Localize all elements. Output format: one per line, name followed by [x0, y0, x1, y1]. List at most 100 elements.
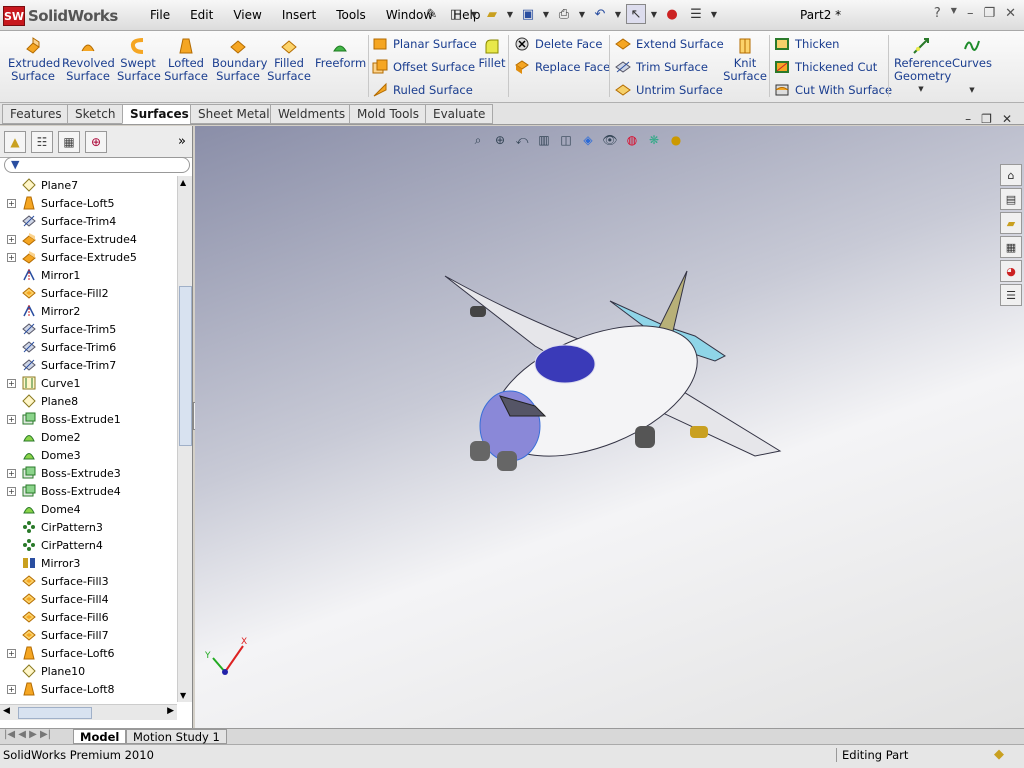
tree-item[interactable]: + Curve1	[0, 374, 177, 392]
section-view-icon[interactable]: ▥	[536, 132, 552, 148]
expand-toggle-icon[interactable]: +	[7, 252, 16, 262]
print-dropdown-icon[interactable]: ▼	[578, 4, 586, 24]
help-dropdown-icon[interactable]: ▼	[951, 6, 957, 21]
tree-item[interactable]: Dome4	[0, 500, 177, 518]
new-dropdown-icon[interactable]: ▼	[470, 4, 478, 24]
tree-item[interactable]: Surface-Trim5	[0, 320, 177, 338]
view-palette-icon[interactable]: ▦	[1000, 236, 1022, 258]
zoom-to-fit-icon[interactable]: ⌕	[470, 132, 486, 148]
menu-edit[interactable]: Edit	[180, 7, 223, 23]
extend-surface-button[interactable]: Extend Surface	[615, 35, 724, 53]
expand-toggle-icon[interactable]: +	[7, 198, 16, 208]
edit-appearance-icon[interactable]: ◍	[624, 132, 640, 148]
replace-face-button[interactable]: Replace Face	[514, 58, 610, 76]
tree-item[interactable]: Plane10	[0, 662, 177, 680]
tab-features[interactable]: Features	[2, 104, 70, 124]
select-pointer-icon[interactable]: ↖	[626, 4, 646, 24]
tree-item[interactable]: Dome2	[0, 428, 177, 446]
scroll-down-icon[interactable]: ▼	[180, 691, 186, 700]
tree-item[interactable]: Mirror2	[0, 302, 177, 320]
save-icon[interactable]: ▣	[518, 4, 538, 24]
tree-item[interactable]: + Boss-Extrude3	[0, 464, 177, 482]
tree-item[interactable]: + Boss-Extrude1	[0, 410, 177, 428]
feature-manager-tab-icon[interactable]: ▲	[4, 130, 26, 153]
options-dropdown-icon[interactable]: ▼	[710, 4, 718, 24]
menu-insert[interactable]: Insert	[272, 7, 326, 23]
offset-surface-button[interactable]: Offset Surface	[372, 58, 475, 76]
design-library-icon[interactable]: ▤	[1000, 188, 1022, 210]
previous-view-icon[interactable]: ⤺	[514, 132, 530, 148]
tree-item[interactable]: Surface-Trim4	[0, 212, 177, 230]
tree-item[interactable]: Plane8	[0, 392, 177, 410]
tree-horizontal-scrollbar[interactable]: ◀ ▶	[0, 704, 177, 720]
cut-with-surface-button[interactable]: Cut With Surface	[774, 81, 892, 99]
tree-item[interactable]: + Boss-Extrude4	[0, 482, 177, 500]
undo-icon[interactable]: ↶	[590, 4, 610, 24]
doc-close-button[interactable]: ✕	[1002, 112, 1012, 126]
tree-item[interactable]: + Surface-Loft8	[0, 680, 177, 698]
tree-filter-input[interactable]: ▼	[4, 157, 190, 173]
untrim-surface-button[interactable]: Untrim Surface	[615, 81, 723, 99]
expand-toggle-icon[interactable]: +	[7, 468, 16, 478]
thicken-button[interactable]: Thicken	[774, 35, 839, 53]
tree-item[interactable]: Surface-Fill3	[0, 572, 177, 590]
tree-scroll-thumb[interactable]	[179, 286, 192, 446]
doc-restore-button[interactable]: ❐	[981, 112, 992, 126]
print-icon[interactable]: ⎙	[554, 4, 574, 24]
new-document-icon[interactable]: □	[446, 4, 466, 24]
scroll-left-icon[interactable]: ◀	[3, 706, 10, 716]
trim-surface-button[interactable]: Trim Surface	[615, 58, 708, 76]
graphics-area[interactable]: – ❐ ✕ ⌕ ⊕ ⤺ ▥ ◫ ◈ 👁 ◍ ❋ ● ⌂ ▤ ▰ ▦ ◕ ☰ X …	[195, 112, 1024, 728]
delete-face-button[interactable]: Delete Face	[514, 35, 602, 53]
expand-toggle-icon[interactable]: +	[7, 378, 16, 388]
zoom-to-area-icon[interactable]: ⊕	[492, 132, 508, 148]
tab-weldments[interactable]: Weldments	[270, 104, 354, 124]
home-icon[interactable]: ⌂	[1000, 164, 1022, 186]
hide-show-items-icon[interactable]: 👁	[602, 132, 618, 148]
menu-tools[interactable]: Tools	[326, 7, 376, 23]
revolved-surface-button[interactable]: Revolved Surface	[62, 37, 115, 83]
tree-item[interactable]: Surface-Trim6	[0, 338, 177, 356]
rebuild-traffic-light-icon[interactable]: ●	[662, 4, 682, 24]
airplane-model[interactable]	[435, 266, 795, 496]
expand-toggle-icon[interactable]: +	[7, 648, 16, 658]
help-icon[interactable]: ?	[934, 6, 941, 21]
view-settings-icon[interactable]: ●	[668, 132, 684, 148]
minimize-button[interactable]: –	[967, 6, 974, 21]
curves-button[interactable]: Curves ▼	[952, 37, 992, 97]
open-folder-icon[interactable]: ▰	[482, 4, 502, 24]
property-manager-tab-icon[interactable]: ☷	[31, 130, 53, 153]
tree-item[interactable]: Mirror3	[0, 554, 177, 572]
expand-toggle-icon[interactable]: +	[7, 684, 16, 694]
tree-item[interactable]: + Surface-Extrude4	[0, 230, 177, 248]
swept-surface-button[interactable]: Swept Surface	[117, 37, 161, 83]
reference-geometry-dropdown-icon[interactable]: ▼	[894, 83, 948, 96]
tree-item[interactable]: Surface-Fill6	[0, 608, 177, 626]
tab-mold-tools[interactable]: Mold Tools	[349, 104, 428, 124]
expand-toggle-icon[interactable]: +	[7, 414, 16, 424]
tree-item[interactable]: Dome3	[0, 446, 177, 464]
tree-item[interactable]: Surface-Fill4	[0, 590, 177, 608]
lofted-surface-button[interactable]: Lofted Surface	[163, 37, 209, 83]
configuration-manager-tab-icon[interactable]: ▦	[58, 130, 80, 153]
ruled-surface-button[interactable]: Ruled Surface	[372, 81, 473, 99]
reference-geometry-button[interactable]: Reference Geometry ▼	[894, 37, 952, 96]
tree-item[interactable]: Mirror1	[0, 266, 177, 284]
dim-xpert-tab-icon[interactable]: ⊕	[85, 130, 107, 153]
tree-item[interactable]: + Surface-Extrude5	[0, 248, 177, 266]
menu-view[interactable]: View	[223, 7, 271, 23]
extruded-surface-button[interactable]: Extruded Surface	[8, 37, 60, 83]
tree-item[interactable]: + Surface-Loft5	[0, 194, 177, 212]
tree-item[interactable]: CirPattern3	[0, 518, 177, 536]
tree-item[interactable]: Surface-Fill2	[0, 284, 177, 302]
filled-surface-button[interactable]: Filled Surface	[266, 37, 312, 83]
solidworks-logo[interactable]: SW SolidWorks	[3, 5, 123, 27]
tab-scroll-icons[interactable]: |◀ ◀ ▶ ▶|	[4, 729, 51, 740]
tooltip-toggle-icon[interactable]: ◆	[994, 747, 1004, 762]
display-style-icon[interactable]: ◈	[580, 132, 596, 148]
restore-button[interactable]: ❐	[983, 6, 995, 21]
save-dropdown-icon[interactable]: ▼	[542, 4, 550, 24]
tree-item[interactable]: Surface-Fill7	[0, 626, 177, 644]
thickened-cut-button[interactable]: Thickened Cut	[774, 58, 877, 76]
tree-vertical-scrollbar[interactable]: ▲ ▼	[177, 176, 192, 702]
